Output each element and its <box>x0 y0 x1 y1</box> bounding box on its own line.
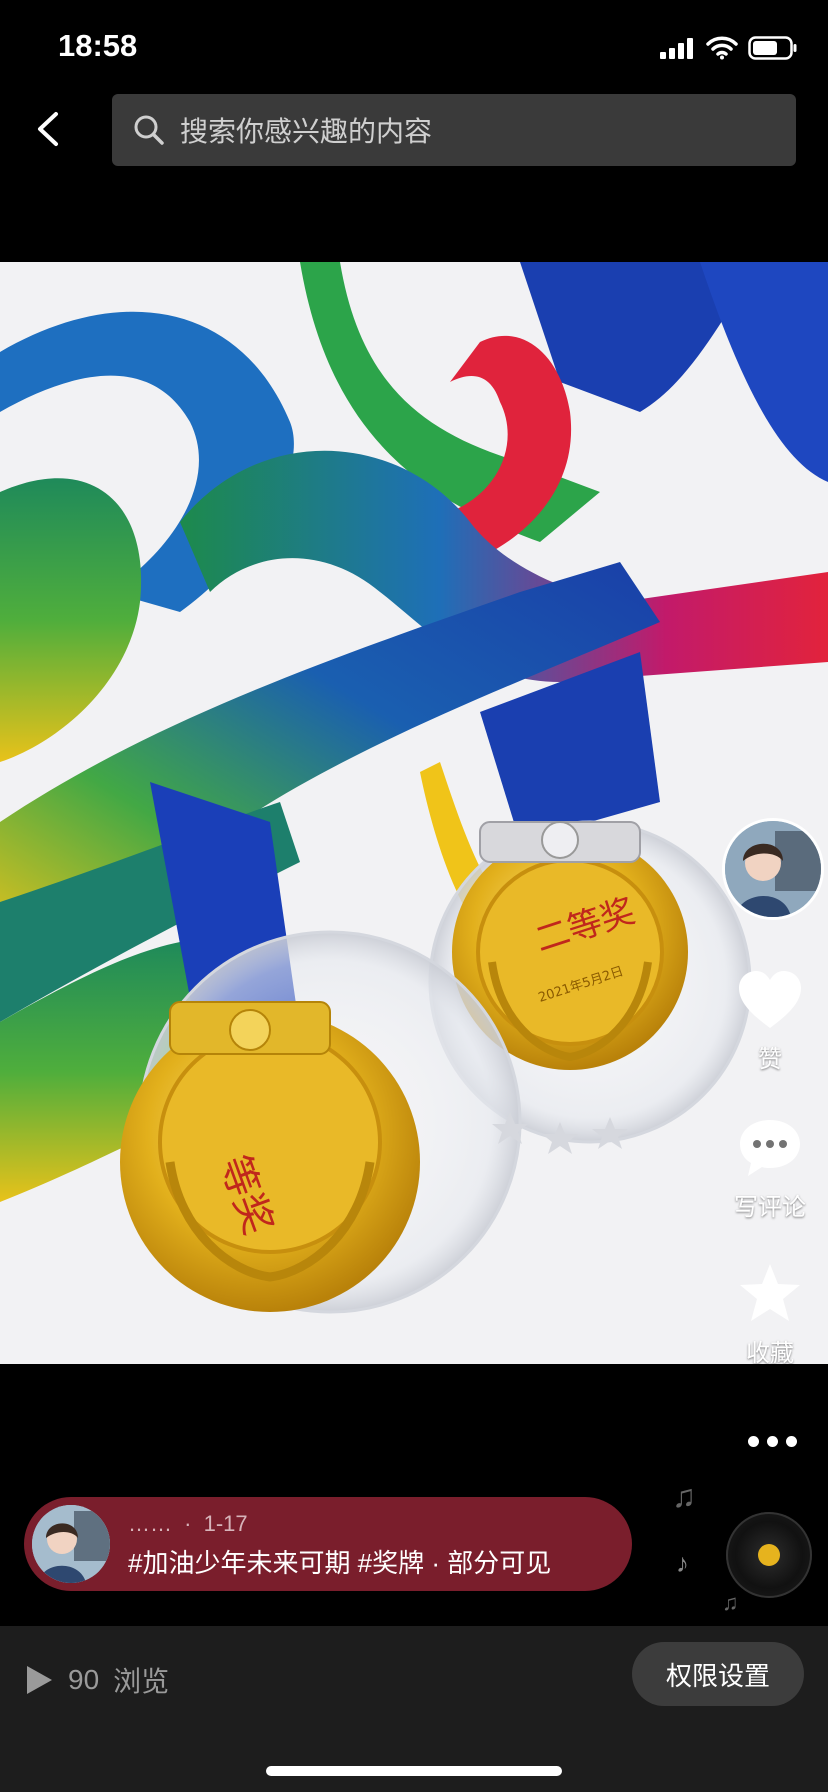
caption-bar[interactable]: …… · 1-17 #加油少年未来可期 #奖牌 · 部分可见 <box>24 1497 632 1591</box>
music-disc-center <box>758 1544 780 1566</box>
heart-icon <box>739 971 801 1028</box>
search-input[interactable]: 搜索你感兴趣的内容 <box>112 94 796 166</box>
caption-separator: · <box>184 1511 192 1536</box>
cellular-signal-icon <box>660 38 693 59</box>
views-count: 90 <box>68 1664 100 1695</box>
play-icon <box>27 1666 52 1694</box>
caption-text: #加油少年未来可期 #奖牌 · 部分可见 <box>128 1548 552 1578</box>
comment-bubble-icon <box>740 1120 800 1176</box>
music-note-icon: ♪ <box>676 1548 689 1578</box>
more-dot-icon <box>747 1435 759 1447</box>
views-label: 浏览 <box>113 1666 170 1697</box>
caption-avatar[interactable] <box>32 1505 110 1583</box>
author-avatar[interactable] <box>722 818 824 920</box>
post-image[interactable]: 二等奖 2021年5月2日 等奖 <box>0 262 828 1364</box>
favorite-label: 收藏 <box>746 1340 794 1367</box>
battery-icon <box>748 36 797 60</box>
medals-photo: 二等奖 2021年5月2日 等奖 <box>0 262 828 1364</box>
wifi-icon <box>706 36 738 60</box>
more-dot-icon <box>785 1435 797 1447</box>
avatar-photo <box>32 1505 110 1583</box>
like-button[interactable]: 赞 <box>720 970 820 1074</box>
back-button[interactable] <box>28 106 68 152</box>
like-label: 赞 <box>758 1046 782 1073</box>
caption-author: …… <box>128 1511 172 1536</box>
comment-label: 写评论 <box>734 1194 806 1221</box>
star-icon <box>740 1264 800 1321</box>
permission-settings-button[interactable]: 权限设置 <box>632 1642 804 1706</box>
avatar-photo <box>725 821 821 917</box>
comment-button[interactable]: 写评论 <box>720 1118 820 1222</box>
status-bar: 18:58 <box>0 0 828 90</box>
more-options-button[interactable] <box>742 1428 802 1454</box>
more-dot-icon <box>766 1435 778 1447</box>
chevron-left-icon <box>38 112 58 146</box>
status-time: 18:58 <box>58 28 138 63</box>
favorite-button[interactable]: 收藏 <box>720 1262 820 1368</box>
music-note-icon: ♫ <box>722 1590 739 1615</box>
home-indicator[interactable] <box>266 1766 562 1776</box>
search-icon <box>134 115 164 145</box>
search-row: 搜索你感兴趣的内容 <box>0 92 828 166</box>
search-placeholder: 搜索你感兴趣的内容 <box>180 116 433 147</box>
caption-date: 1-17 <box>203 1511 248 1536</box>
music-disc[interactable] <box>726 1512 812 1598</box>
music-note-icon: ♫ <box>672 1478 696 1514</box>
views-counter: 90 浏览 <box>24 1660 169 1700</box>
